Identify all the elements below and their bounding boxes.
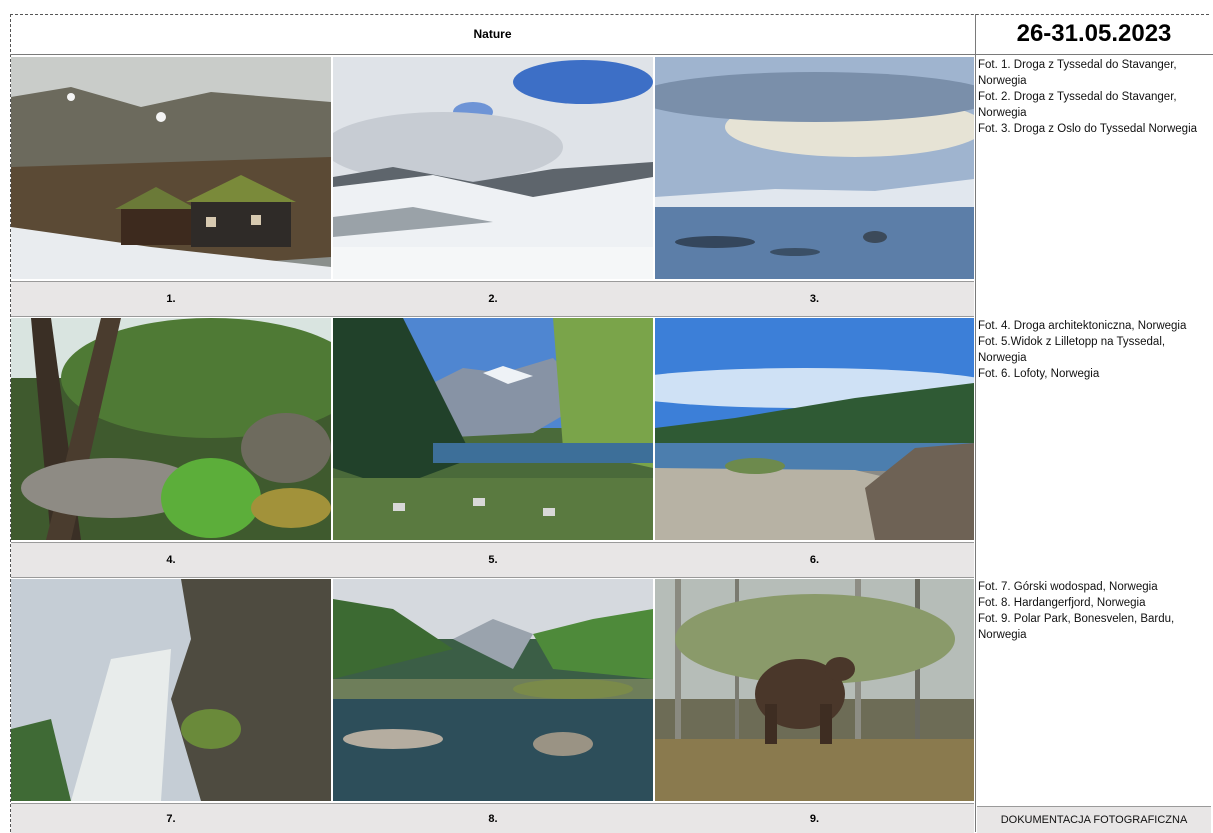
date-range: 26-31.05.2023 xyxy=(1016,20,1172,47)
caption-item: Fot. 9. Polar Park, Bonesvelen, Bardu, N… xyxy=(978,613,1175,641)
captions-row-3: Fot. 7. Górski wodospad, Norwegia Fot. 8… xyxy=(978,579,1211,643)
photo-5-fjord-valley xyxy=(333,318,653,540)
caption-item: Fot. 3. Droga z Oslo do Tyssedal Norwegi… xyxy=(978,123,1198,135)
page-title: Nature xyxy=(473,27,512,41)
photo-1-mountain-cabin xyxy=(11,57,331,279)
photo-separator xyxy=(331,579,332,801)
photo-7-waterfall xyxy=(11,579,331,801)
caption-item: Fot. 8. Hardangerfjord, Norwegia xyxy=(978,597,1146,609)
caption-item: Fot. 4. Droga architektoniczna, Norwegia xyxy=(978,320,1187,332)
photo-separator xyxy=(331,318,332,540)
photo-label: 4. xyxy=(166,554,176,566)
photo-separator xyxy=(331,57,332,279)
photo-6-lake-shore xyxy=(655,318,974,540)
caption-item: Fot. 6. Lofoty, Norwegia xyxy=(978,368,1100,380)
label-band-row-2: 4. 5. 6. xyxy=(11,542,974,578)
photo-label: 7. xyxy=(166,812,176,825)
photo-label: 3. xyxy=(809,293,820,305)
footer-label: DOKUMENTACJA FOTOGRAFICZNA xyxy=(977,806,1211,833)
label-band-row-3: 7. 8. 9. xyxy=(11,803,974,833)
photo-9-bear-forest xyxy=(655,579,974,801)
photo-label: 1. xyxy=(166,293,176,305)
photo-8-mirror-lake xyxy=(333,579,653,801)
photo-documentation-page: Nature 26-31.05.2023 1. 2. 3. Fot. 1. Dr… xyxy=(0,0,1213,833)
photo-label: 8. xyxy=(488,812,498,825)
caption-item: Fot. 5.Widok z Lilletopp na Tyssedal, No… xyxy=(978,336,1166,364)
label-band-row-1: 1. 2. 3. xyxy=(11,281,974,317)
photo-2-snowy-valley xyxy=(333,57,653,279)
captions-row-1: Fot. 1. Droga z Tyssedal do Stavanger, N… xyxy=(978,57,1211,137)
header-divider xyxy=(10,54,1213,55)
photo-label: 2. xyxy=(488,293,498,305)
captions-row-2: Fot. 4. Droga architektoniczna, Norwegia… xyxy=(978,318,1211,382)
photo-4-forest-trail xyxy=(11,318,331,540)
caption-item: Fot. 7. Górski wodospad, Norwegia xyxy=(978,581,1158,593)
caption-item: Fot. 1. Droga z Tyssedal do Stavanger, N… xyxy=(978,59,1177,87)
photo-3-frozen-lake xyxy=(655,57,974,279)
photo-label: 9. xyxy=(809,812,820,825)
photo-label: 6. xyxy=(809,554,820,566)
photo-label: 5. xyxy=(488,554,498,566)
caption-item: Fot. 2. Droga z Tyssedal do Stavanger, N… xyxy=(978,91,1177,119)
column-divider xyxy=(975,14,976,832)
